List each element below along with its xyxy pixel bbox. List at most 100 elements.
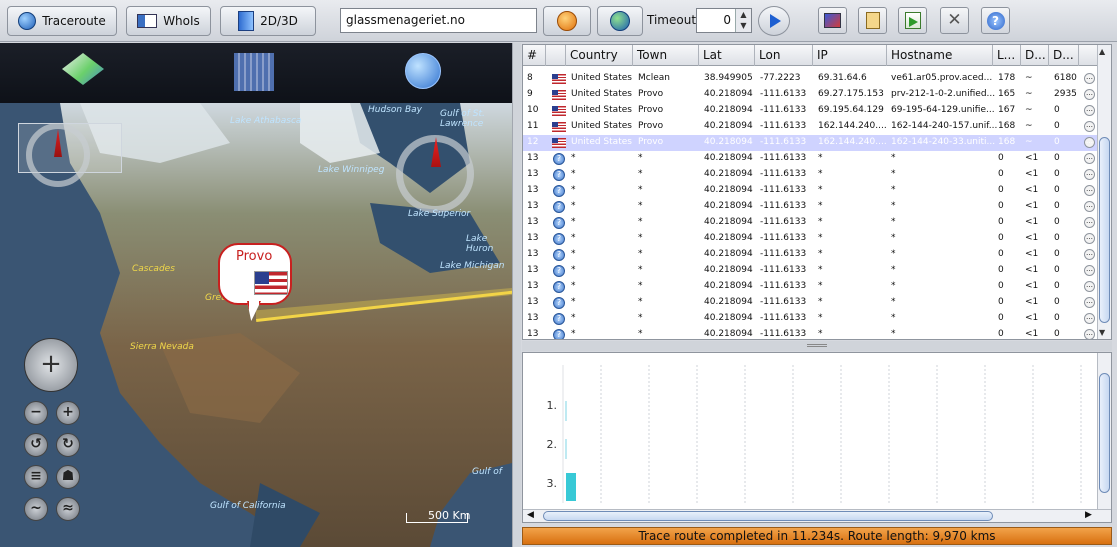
table-row[interactable]: ? 13 * * 40.218094 -111.6133 * * 0 <1 0… <box>523 151 1099 167</box>
play-button[interactable] <box>758 6 790 36</box>
person-view-button[interactable]: ☗ <box>56 465 80 489</box>
unknown-location-icon: ? <box>553 265 565 277</box>
copy-button[interactable] <box>858 7 887 34</box>
chart-horizontal-scrollbar[interactable]: ◀ ▶ <box>523 509 1111 522</box>
table-row[interactable]: ? 13 * * 40.218094 -111.6133 * * 0 <1 0… <box>523 263 1099 279</box>
header-dns[interactable]: D... <box>1021 45 1049 66</box>
row-details-button[interactable]: … <box>1084 313 1095 324</box>
header-latency[interactable]: L... <box>993 45 1021 66</box>
table-row[interactable]: 10 United States Provo 40.218094 -111.6133 69… <box>523 103 1099 119</box>
url-input[interactable]: glassmenageriet.no <box>340 8 537 33</box>
header-hostname[interactable]: Hostname <box>887 45 993 66</box>
split-divider[interactable] <box>512 43 521 547</box>
row-details-button[interactable]: … <box>1084 201 1095 212</box>
header-lon[interactable]: Lon <box>755 45 813 66</box>
whois-button[interactable]: WhoIs <box>126 6 211 36</box>
header-ip[interactable]: IP <box>813 45 887 66</box>
chart-vertical-scrollbar[interactable] <box>1097 353 1111 510</box>
cell-lat: 40.218094 <box>704 89 753 99</box>
header-hop[interactable]: # <box>523 45 546 66</box>
timeout-spinner[interactable]: 0 ▲ ▼ <box>696 8 752 33</box>
header-country[interactable]: Country <box>566 45 633 66</box>
cell-l: 167 <box>998 105 1016 115</box>
cell-host: * <box>891 249 896 259</box>
whois-label: WhoIs <box>163 14 200 28</box>
globe-view-icon[interactable] <box>405 53 441 89</box>
go-button[interactable] <box>543 6 591 36</box>
table-row[interactable]: ? 13 * * 40.218094 -111.6133 * * 0 <1 0… <box>523 279 1099 295</box>
row-details-button[interactable]: … <box>1084 185 1095 196</box>
row-details-button[interactable]: … <box>1084 153 1095 164</box>
row-details-button[interactable]: … <box>1084 137 1095 148</box>
table-row[interactable]: ? 13 * * 40.218094 -111.6133 * * 0 <1 0… <box>523 327 1099 339</box>
zoom-in-button[interactable]: + <box>56 401 80 425</box>
scroll-down-icon[interactable]: ▼ <box>1099 328 1105 337</box>
rotate-left-button[interactable]: ↺ <box>24 433 48 457</box>
row-details-button[interactable]: … <box>1084 105 1095 116</box>
row-details-button[interactable]: … <box>1084 329 1095 339</box>
scroll-up-icon[interactable]: ▲ <box>1099 47 1105 56</box>
spinner-arrows-icon[interactable]: ▲ ▼ <box>735 9 751 32</box>
row-details-button[interactable]: … <box>1084 121 1095 132</box>
traceroute-button[interactable]: Traceroute <box>7 6 117 36</box>
table-row[interactable]: 12 United States Provo 40.218094 -111.6133 16… <box>523 135 1099 151</box>
row-details-button[interactable]: … <box>1084 249 1095 260</box>
map-view[interactable]: Lake Athabasca Hudson Bay Gulf of St. La… <box>0 43 512 547</box>
view-2d3d-button[interactable]: 2D/3D <box>220 6 316 36</box>
row-details-button[interactable]: … <box>1084 73 1095 84</box>
terrain-button[interactable]: ~ <box>24 497 48 521</box>
table-vertical-scrollbar[interactable]: ▲ ▼ <box>1097 45 1111 339</box>
wave-button[interactable]: ≈ <box>56 497 80 521</box>
cell-town: Mclean <box>638 73 670 83</box>
table-row[interactable]: ? 13 * * 40.218094 -111.6133 * * 0 <1 0… <box>523 199 1099 215</box>
row-details-button[interactable]: … <box>1084 217 1095 228</box>
map-settings-button[interactable] <box>818 7 847 34</box>
table-row[interactable]: 11 United States Provo 40.218094 -111.6133 16… <box>523 119 1099 135</box>
cell-ip: * <box>818 153 823 163</box>
row-details-button[interactable]: … <box>1084 281 1095 292</box>
tilt-button[interactable]: ≡ <box>24 465 48 489</box>
row-details-button[interactable]: … <box>1084 265 1095 276</box>
toolbar: Traceroute WhoIs 2D/3D glassmenageriet.n… <box>0 0 1117 42</box>
cell-ip: 162.144.240.... <box>818 121 887 131</box>
row-details-button[interactable]: … <box>1084 297 1095 308</box>
rotate-right-button[interactable]: ↻ <box>56 433 80 457</box>
header-lat[interactable]: Lat <box>699 45 755 66</box>
horizontal-split-divider[interactable] <box>522 341 1112 351</box>
cell-town: * <box>638 297 643 307</box>
table-row[interactable]: ? 13 * * 40.218094 -111.6133 * * 0 <1 0… <box>523 231 1099 247</box>
pan-control[interactable]: + <box>24 338 78 392</box>
table-row[interactable]: 8 United States Mclean 38.949905 -77.2223 69.… <box>523 71 1099 87</box>
row-details-button[interactable]: … <box>1084 169 1095 180</box>
table-row[interactable]: ? 13 * * 40.218094 -111.6133 * * 0 <1 0… <box>523 167 1099 183</box>
preferences-button[interactable]: ✕ <box>940 7 969 34</box>
zoom-out-button[interactable]: − <box>24 401 48 425</box>
chart-hscroll-thumb[interactable] <box>543 511 993 521</box>
header-distance[interactable]: D... <box>1049 45 1079 66</box>
export-button[interactable] <box>898 7 927 34</box>
network-button[interactable] <box>597 6 643 36</box>
scroll-left-icon[interactable]: ◀ <box>527 510 534 520</box>
table-row[interactable]: ? 13 * * 40.218094 -111.6133 * * 0 <1 0… <box>523 183 1099 199</box>
header-flag[interactable] <box>546 45 566 66</box>
hops-table[interactable]: # Country Town Lat Lon IP Hostname L... … <box>522 44 1112 340</box>
table-scroll-thumb[interactable] <box>1099 137 1110 323</box>
grid-map-icon[interactable] <box>234 53 274 91</box>
help-button[interactable]: ? <box>981 7 1010 34</box>
provo-balloon[interactable]: Provo <box>218 243 292 305</box>
latency-chart[interactable]: 1. 2. 3. ◀ ▶ <box>522 352 1112 523</box>
row-details-button[interactable]: … <box>1084 233 1095 244</box>
cell-country: * <box>571 201 576 211</box>
cell-lat: 40.218094 <box>704 201 753 211</box>
table-row[interactable]: ? 13 * * 40.218094 -111.6133 * * 0 <1 0… <box>523 247 1099 263</box>
table-row[interactable]: ? 13 * * 40.218094 -111.6133 * * 0 <1 0… <box>523 215 1099 231</box>
layers-icon[interactable] <box>62 53 104 85</box>
row-details-button[interactable]: … <box>1084 89 1095 100</box>
cell-d1: <1 <box>1025 169 1039 179</box>
chart-scroll-thumb[interactable] <box>1099 373 1110 493</box>
header-town[interactable]: Town <box>633 45 699 66</box>
table-row[interactable]: ? 13 * * 40.218094 -111.6133 * * 0 <1 0… <box>523 311 1099 327</box>
table-row[interactable]: ? 13 * * 40.218094 -111.6133 * * 0 <1 0… <box>523 295 1099 311</box>
table-row[interactable]: 9 United States Provo 40.218094 -111.6133 69.… <box>523 87 1099 103</box>
scroll-right-icon[interactable]: ▶ <box>1085 510 1092 520</box>
